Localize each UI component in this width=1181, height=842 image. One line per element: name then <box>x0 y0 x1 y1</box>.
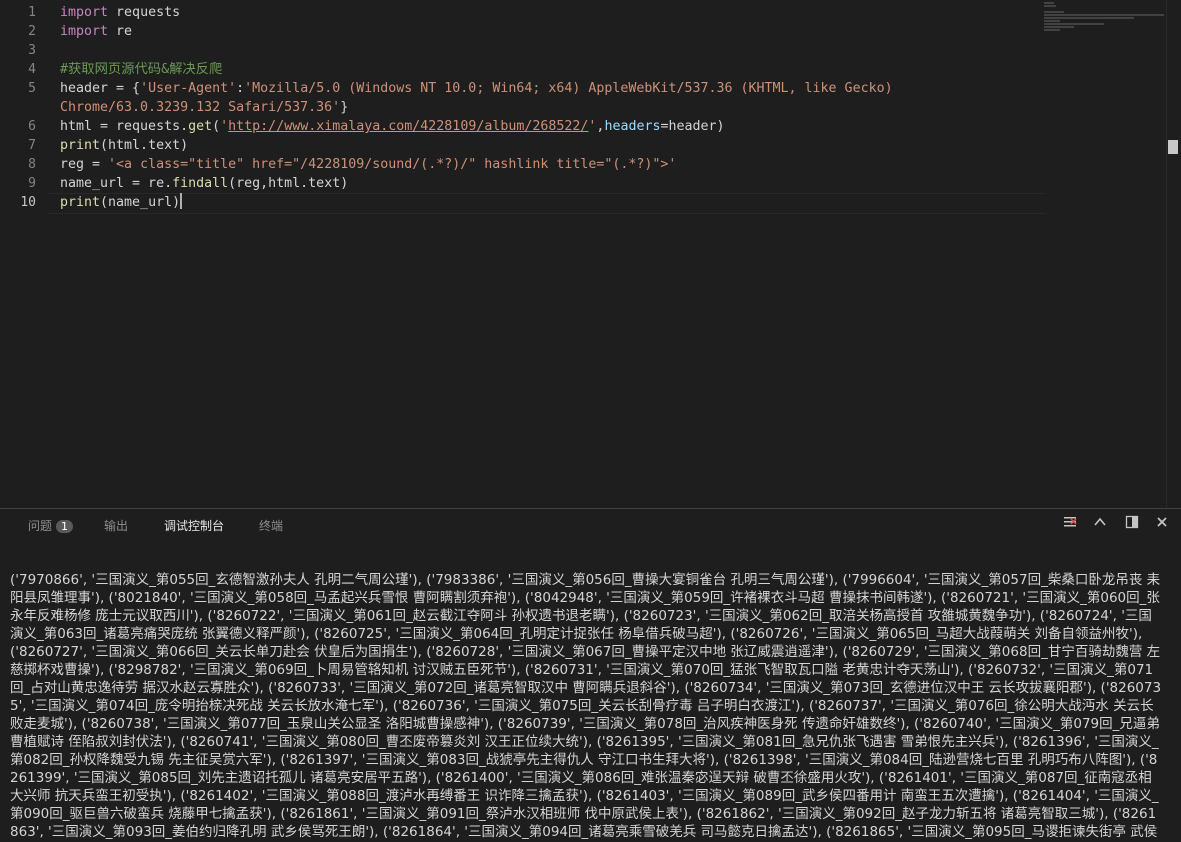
editor-vertical-scrollbar[interactable] <box>1166 0 1181 508</box>
code-line[interactable]: 8 reg = '<a class="title" href="/4228109/… <box>28 155 1040 174</box>
code-token: requests <box>116 5 181 20</box>
code-token: name_url = re. <box>60 176 173 191</box>
tab-terminal[interactable]: 终端 <box>259 517 283 534</box>
tab-terminal-label: 终端 <box>259 519 284 533</box>
code-token: (html.text) <box>100 138 189 153</box>
panel-actions <box>1061 515 1171 535</box>
code-token: http://www.ximalaya.com/4228109/album/26… <box>228 119 589 134</box>
code-token: re <box>116 24 133 39</box>
minimap[interactable] <box>1044 2 1169 32</box>
line-number: 5 <box>28 81 36 96</box>
code-line[interactable]: 10 print(name_url) <box>20 193 1040 212</box>
text-cursor <box>180 193 183 209</box>
code-line[interactable]: 2 import re <box>28 22 1040 41</box>
code-line[interactable]: 4 #获取网页源代码&解决反爬 <box>28 60 1040 79</box>
code-line[interactable]: 3 <box>28 41 1040 60</box>
code-token: #获取网页源代码&解决反爬 <box>60 62 223 77</box>
code-token: findall <box>172 176 229 191</box>
chevron-up-icon[interactable] <box>1091 515 1109 535</box>
tab-problems[interactable]: 问题 1 <box>28 517 74 534</box>
close-icon[interactable] <box>1153 515 1171 535</box>
code-line[interactable]: 9 name_url = re.findall(reg,html.text) <box>28 174 1040 193</box>
code-token: headers <box>604 119 661 134</box>
clear-console-icon[interactable] <box>1061 515 1079 535</box>
code-area[interactable]: 1 import requests 2 import re 3 4 #获取网页源代码&解决反… <box>20 3 1040 212</box>
bottom-panel: 问题 1 输出 调试控制台 终端 ('7970866', '三国演义_第055回… <box>0 508 1181 842</box>
problems-count-badge: 1 <box>56 520 74 533</box>
code-token: reg = <box>60 157 109 172</box>
debug-console-output[interactable]: ('7970866', '三国演义_第055回_玄德智激孙夫人 孔明二气周公瑾'… <box>10 539 1162 842</box>
code-line[interactable]: 7 print(html.text) <box>28 136 1040 155</box>
tab-debug-console-label: 调试控制台 <box>164 519 225 533</box>
tab-problems-label: 问题 <box>28 519 53 533</box>
code-token: '<a class="title" href="/4228109/sound/(… <box>108 157 677 172</box>
code-token: header = { <box>60 81 141 96</box>
tab-output-label: 输出 <box>104 519 129 533</box>
code-token: (reg,html.text) <box>228 176 349 191</box>
line-number: 2 <box>28 24 36 39</box>
code-token: import <box>60 24 117 39</box>
code-token: (name_url) <box>100 195 181 210</box>
tab-output[interactable]: 输出 <box>104 517 128 534</box>
line-number: 6 <box>28 119 36 134</box>
code-token: 'User-Agent' <box>140 81 237 96</box>
code-editor[interactable]: 1 import requests 2 import re 3 4 #获取网页源代码&解决反… <box>0 0 1181 508</box>
line-number: 8 <box>28 157 36 172</box>
code-token: get <box>188 119 213 134</box>
line-number: 4 <box>28 62 36 77</box>
code-line[interactable]: 6 html = requests.get('http://www.ximalay… <box>28 117 1040 136</box>
code-token: : <box>236 81 245 96</box>
code-line[interactable]: 1 import requests <box>28 3 1040 22</box>
code-token: html = requests. <box>60 119 189 134</box>
code-token: print <box>60 138 101 153</box>
line-number: 3 <box>28 43 36 58</box>
line-number: 1 <box>28 5 36 20</box>
split-panel-icon[interactable] <box>1123 515 1141 535</box>
code-token: ' <box>220 119 229 134</box>
panel-tab-bar: 问题 1 输出 调试控制台 终端 <box>0 509 1181 541</box>
console-text: ('7970866', '三国演义_第055回_玄德智激孙夫人 孔明二气周公瑾'… <box>10 572 1162 840</box>
code-token: =header) <box>660 119 725 134</box>
code-token: } <box>340 100 349 115</box>
code-token: import <box>60 5 117 20</box>
code-token: ( <box>212 119 221 134</box>
line-number: 7 <box>28 138 36 153</box>
line-number: 10 <box>20 195 36 210</box>
code-token: print <box>60 195 101 210</box>
tab-debug-console[interactable]: 调试控制台 <box>164 517 224 534</box>
line-number: 9 <box>28 176 36 191</box>
code-line[interactable]: 5 header = {'User-Agent':'Mozilla/5.0 (Wi… <box>28 79 1040 117</box>
scrollbar-position-marker <box>1168 140 1178 154</box>
